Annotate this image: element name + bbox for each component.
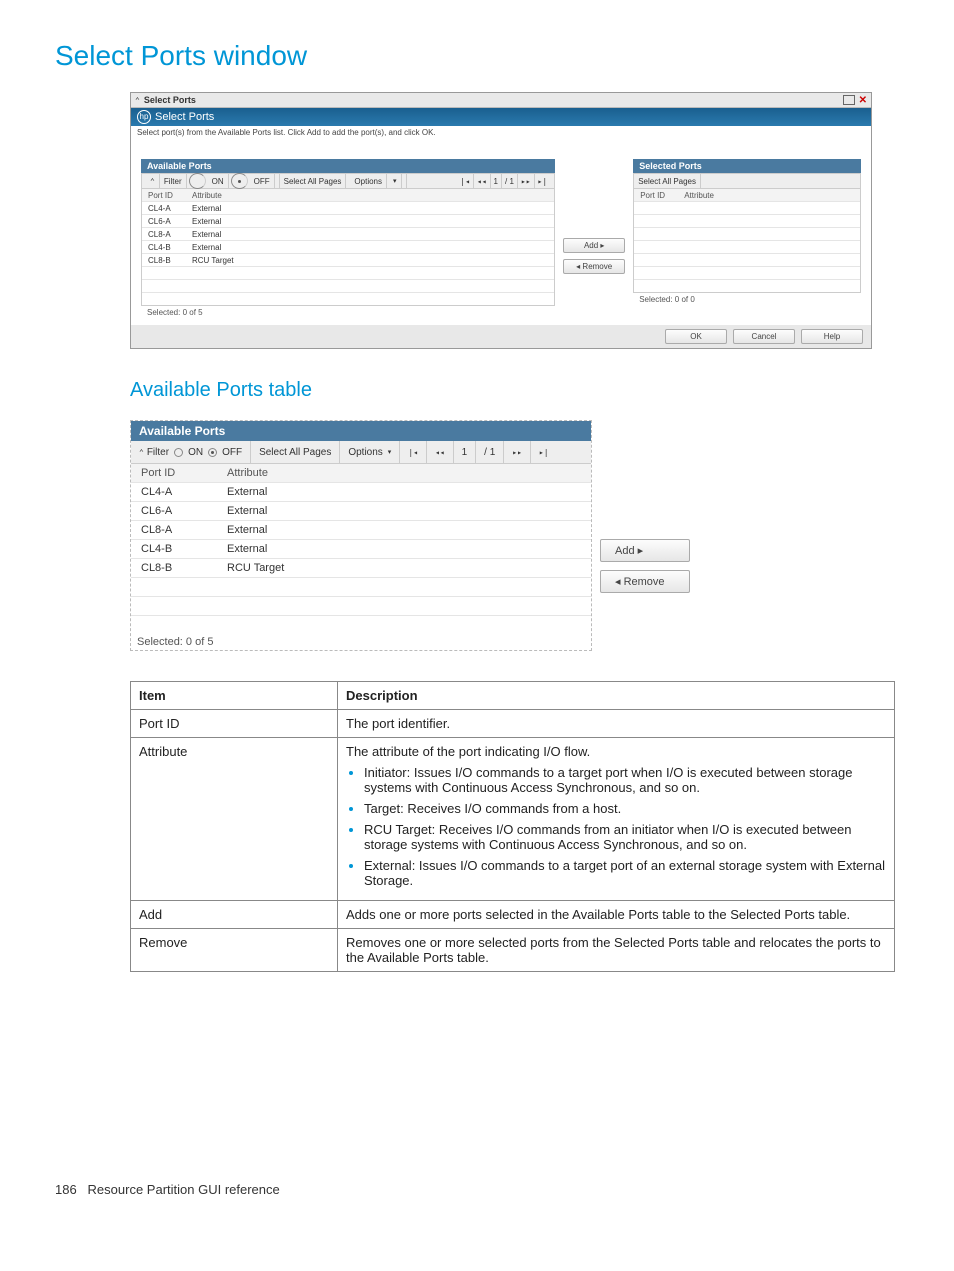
instruction-text: Select port(s) from the Available Ports … xyxy=(131,126,871,139)
page-title: Select Ports window xyxy=(55,40,899,72)
select-all-pages-button[interactable]: Select All Pages xyxy=(634,174,701,188)
table-row[interactable]: CL4-BExternal xyxy=(131,540,591,559)
maximize-icon[interactable] xyxy=(843,95,855,105)
select-all-pages-button[interactable]: Select All Pages xyxy=(251,441,340,463)
select-all-pages-button[interactable]: Select All Pages xyxy=(280,174,347,188)
description-table: Item Description Port ID The port identi… xyxy=(130,681,895,972)
page-first-button[interactable]: |◂ xyxy=(400,441,427,463)
filter-control[interactable]: ⌃Filter ON OFF xyxy=(131,441,251,463)
col-port-id[interactable]: Port ID xyxy=(634,191,680,200)
table-row[interactable]: CL8-BRCU Target xyxy=(131,559,591,578)
help-button[interactable]: Help xyxy=(801,329,863,344)
page-total: / 1 xyxy=(476,441,504,463)
col-attribute[interactable]: Attribute xyxy=(680,191,860,200)
col-port-id[interactable]: Port ID xyxy=(142,191,188,200)
remove-button[interactable]: ◂ Remove xyxy=(563,259,625,274)
available-ports-header: Available Ports xyxy=(131,421,591,441)
cancel-button[interactable]: Cancel xyxy=(733,329,795,344)
titlebar-text: Select Ports xyxy=(140,95,196,105)
col-attribute[interactable]: Attribute xyxy=(221,467,591,479)
hp-logo-icon: hp xyxy=(137,110,151,124)
selected-selected-count: Selected: 0 of 0 xyxy=(633,293,861,306)
available-ports-table: Port IDAttribute CL4-AExternal CL6-AExte… xyxy=(131,464,591,634)
available-ports-panel: Available Ports ⌃Filter ON OFF Select Al… xyxy=(141,159,555,319)
col-item: Item xyxy=(131,682,338,710)
col-attribute[interactable]: Attribute xyxy=(188,191,554,200)
page-current: 1 xyxy=(491,174,502,188)
table-row[interactable]: CL6-AExternal xyxy=(131,502,591,521)
col-description: Description xyxy=(338,682,895,710)
list-item: External: Issues I/O commands to a targe… xyxy=(364,858,886,888)
dialog-header: hp Select Ports xyxy=(131,108,871,126)
selected-ports-header: Selected Ports xyxy=(633,159,861,173)
list-item: Target: Receives I/O commands from a hos… xyxy=(364,801,886,816)
available-ports-table-heading: Available Ports table xyxy=(130,379,899,402)
table-row[interactable]: CL4-AExternal xyxy=(142,202,554,215)
table-row[interactable]: CL8-BRCU Target xyxy=(142,254,554,267)
available-selected-count: Selected: 0 of 5 xyxy=(131,634,591,650)
options-dropdown[interactable]: Options ▾ xyxy=(340,441,400,463)
table-row[interactable]: CL8-AExternal xyxy=(131,521,591,540)
available-ports-table: Port IDAttribute CL4-AExternal CL6-AExte… xyxy=(141,189,555,306)
page-first-button[interactable]: |◂ xyxy=(457,174,474,188)
page-prev-button[interactable]: ◂◂ xyxy=(474,174,491,188)
table-row[interactable]: CL4-AExternal xyxy=(131,483,591,502)
page-current: 1 xyxy=(454,441,477,463)
add-button[interactable]: Add ▸ xyxy=(600,539,690,562)
page-number: 186 xyxy=(55,1182,77,1197)
page-next-button[interactable]: ▸▸ xyxy=(518,174,535,188)
available-selected-count: Selected: 0 of 5 xyxy=(141,306,555,319)
ok-button[interactable]: OK xyxy=(665,329,727,344)
page-last-button[interactable]: ▸| xyxy=(531,441,557,463)
filter-control[interactable]: ⌃Filter ON OFF xyxy=(142,174,280,188)
table-row[interactable]: CL6-AExternal xyxy=(142,215,554,228)
table-row[interactable]: CL8-AExternal xyxy=(142,228,554,241)
dialog-header-text: Select Ports xyxy=(155,111,214,123)
options-dropdown[interactable]: Options▾ xyxy=(346,174,406,188)
window-titlebar: ⌃ Select Ports ✕ xyxy=(131,93,871,108)
table-row: Remove Removes one or more selected port… xyxy=(131,929,895,972)
remove-button[interactable]: ◂ Remove xyxy=(600,570,690,593)
page-last-button[interactable]: ▸| xyxy=(535,174,551,188)
close-icon[interactable]: ✕ xyxy=(859,95,867,106)
page-footer: 186 Resource Partition GUI reference xyxy=(55,1182,899,1197)
list-item: RCU Target: Receives I/O commands from a… xyxy=(364,822,886,852)
table-row: Port ID The port identifier. xyxy=(131,710,895,738)
page-next-button[interactable]: ▸▸ xyxy=(504,441,531,463)
table-row[interactable]: CL4-BExternal xyxy=(142,241,554,254)
selected-ports-panel: Selected Ports Select All Pages Port IDA… xyxy=(633,159,861,319)
list-item: Initiator: Issues I/O commands to a targ… xyxy=(364,765,886,795)
table-row: Attribute The attribute of the port indi… xyxy=(131,738,895,901)
add-button[interactable]: Add ▸ xyxy=(563,238,625,253)
page-prev-button[interactable]: ◂◂ xyxy=(427,441,454,463)
available-ports-screenshot: Available Ports ⌃Filter ON OFF Select Al… xyxy=(130,420,690,651)
footer-text: Resource Partition GUI reference xyxy=(88,1182,280,1197)
available-ports-header: Available Ports xyxy=(141,159,555,173)
col-port-id[interactable]: Port ID xyxy=(131,467,221,479)
selected-ports-table: Port IDAttribute xyxy=(633,189,861,293)
page-total: / 1 xyxy=(502,174,518,188)
table-row: Add Adds one or more ports selected in t… xyxy=(131,901,895,929)
select-ports-screenshot: ⌃ Select Ports ✕ hp Select Ports Select … xyxy=(130,92,872,349)
